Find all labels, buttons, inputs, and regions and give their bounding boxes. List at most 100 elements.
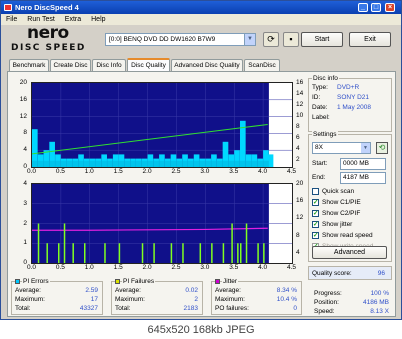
disc-type-label: Type: [312,84,328,91]
show-c1-pie-checkbox[interactable] [312,199,319,206]
pi-failure-bar [222,243,225,263]
refresh-speed-icon[interactable]: ⟲ [376,142,388,154]
pi-errors-swatch [15,279,20,284]
show-jitter-checkbox[interactable] [312,221,319,228]
show-read-speed-checkbox[interactable] [312,232,319,239]
x-tick-label: 2.0 [142,264,152,271]
maximize-icon[interactable]: □ [371,3,381,12]
pi-failures-average: 0.02 [185,287,198,294]
x-tick-label: 3.5 [229,264,239,271]
tab-disc-quality[interactable]: Disc Quality [127,58,170,72]
disc-id-value: SONY D21 [337,94,370,101]
save-icon[interactable]: ▪ [283,32,299,47]
x-tick-label: 0.5 [55,264,65,271]
settings-title: Settings [312,131,338,138]
pi-errors-maximum-label: Maximum: [15,296,45,303]
pi-failures-average-label: Average: [115,287,141,294]
start-label: Start: [312,160,328,167]
speed-select[interactable]: 8X ▼ [312,142,371,154]
pi-failure-bar [237,243,239,263]
tab-scandisc[interactable]: ScanDisc [244,59,280,71]
progress-value: 100 % [370,290,389,297]
y-right-tick-label: 16 [296,79,304,86]
x-tick-label: 1.0 [84,168,94,175]
pi-failure-bar [199,243,202,263]
pi-errors-stats: PI Errors Average: 2.59 Maximum: 17 Tota… [11,278,103,315]
pi-failure-bar [37,223,40,263]
pi-errors-average: 2.59 [85,287,98,294]
show-read-speed-label: Show read speed [322,232,373,239]
y-right-tick-label: 12 [296,101,304,109]
pi-failures-plot [32,184,292,263]
exit-button[interactable]: Exit [349,32,391,47]
pi-failure-bar [245,223,248,263]
x-tick-label: 4.5 [287,264,297,271]
show-c2-pif-checkbox[interactable] [312,210,319,217]
jitter-average-label: Average: [215,287,241,294]
x-tick-label: 1.5 [113,168,123,175]
y-right-tick-label: 8 [296,231,300,239]
pi-errors-total-label: Total: [15,305,31,312]
x-tick-label: 1.5 [113,264,123,271]
y-right-tick-label: 6 [296,134,300,142]
x-tick-label: 4.0 [258,264,268,271]
advanced-button[interactable]: Advanced [312,246,387,259]
y-left-tick-label: 4 [23,146,27,154]
chevron-down-icon[interactable]: ▼ [361,143,370,153]
minimize-icon[interactable]: _ [358,3,368,12]
y-left-tick-label: 1 [23,239,27,247]
jitter-stats: Jitter Average: 8.34 % Maximum: 10.4 % P… [211,278,302,315]
pi-failures-total-label: Total: [115,305,131,312]
pi-errors-title: PI Errors [22,278,50,285]
pi-failures-chart [31,183,293,264]
disc-quality-panel: Disc info Type: DVD+R ID: SONY D21 Date:… [7,71,396,317]
tab-create-disc[interactable]: Create Disc [50,59,91,71]
y-right-tick-label: 8 [296,123,300,131]
y-left-tick-label: 2 [23,219,27,227]
disc-info-title: Disc info [312,75,339,82]
y-right-tick-label: 4 [296,248,300,256]
tab-benchmark[interactable]: Benchmark [9,59,49,71]
drive-select[interactable]: [0:0] BENQ DVD DD DW1620 B7W9 ▼ [105,33,256,46]
progress-label: Progress: [314,290,342,297]
jitter-swatch [215,279,220,284]
pi-failure-bar [263,243,265,263]
pi-failure-bar [211,243,213,263]
pi-errors-maximum: 17 [90,296,98,303]
end-label: End: [312,174,326,181]
start-input[interactable]: 0000 MB [340,158,386,170]
title-bar: Nero DiscSpeed 4 _ □ × [1,1,401,14]
y-left-tick-label: 0 [23,259,27,266]
pi-failure-bar [72,243,74,263]
show-c2-pif-label: Show C2/PIF [322,210,361,217]
show-c1-pie-label: Show C1/PIE [322,199,361,206]
y-left-tick-label: 8 [23,129,27,137]
scanned-area [32,83,269,167]
menu-help[interactable]: Help [86,14,110,25]
x-tick-label: 4.0 [258,168,268,175]
quick-scan-checkbox[interactable] [312,188,319,195]
x-tick-label: 1.0 [84,264,94,271]
tab-disc-info[interactable]: Disc Info [92,59,126,71]
y-right-tick-label: 20 [296,180,304,187]
end-input[interactable]: 4187 MB [340,172,386,184]
start-button[interactable]: Start [301,32,343,47]
y-left-tick-label: 20 [19,79,27,86]
x-tick-label: 2.5 [171,264,181,271]
y-left-tick-label: 0 [23,163,27,170]
close-icon[interactable]: × [385,3,395,12]
disc-date-label: Date: [312,104,328,111]
disc-label-label: Label: [312,114,330,121]
pi-failure-bar [63,223,66,263]
po-failures-value: 0 [293,305,297,312]
app-icon [4,4,12,11]
y-right-tick-label: 14 [296,90,304,98]
tab-advanced-disc-quality[interactable]: Advanced Disc Quality [171,59,243,71]
menu-file[interactable]: File [1,14,22,25]
x-tick-label: 2.0 [142,168,152,175]
pi-errors-chart [31,82,293,168]
chevron-down-icon[interactable]: ▼ [244,34,255,45]
refresh-drive-icon[interactable]: ⟳ [263,32,279,47]
y-right-tick-label: 10 [296,112,304,120]
window-title: Nero DiscSpeed 4 [15,3,79,12]
